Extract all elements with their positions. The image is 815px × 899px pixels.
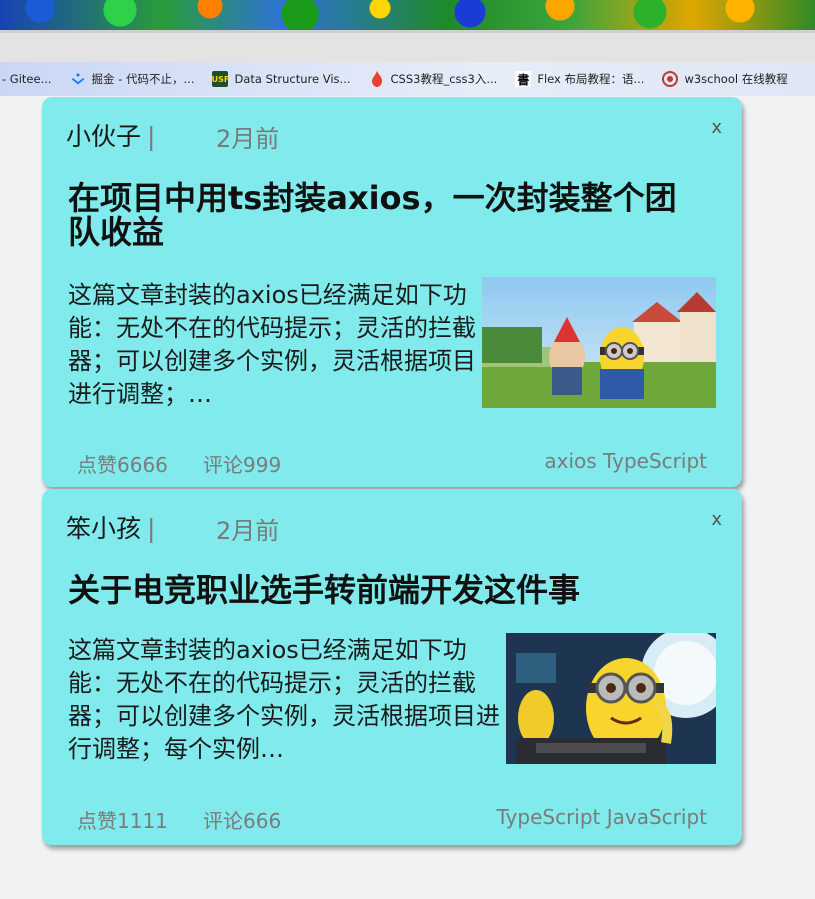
bookmark-label: 掘金 - 代码不止，... [91,72,195,86]
usf-icon: USF [212,71,229,87]
comment-count[interactable]: 评论666 [203,805,281,834]
author-label: 笨小孩 [66,514,142,543]
juejin-icon [70,71,86,87]
separator: | [147,514,156,543]
bookmark-label: Data Structure Vis... [234,72,351,86]
character-icon: 書 [515,71,532,87]
bookmark-gitee[interactable]: - Gitee... [2,72,52,86]
w3school-icon [662,71,679,87]
comment-count[interactable]: 评论999 [203,449,281,478]
bookmark-flex[interactable]: 書 Flex 布局教程：语... [515,71,644,87]
bookmark-label: - Gitee... [2,72,52,86]
bookmark-label: Flex 布局教程：语... [537,72,645,86]
desktop-wallpaper-strip [0,0,815,30]
publish-time: 2月前 [216,517,280,545]
bookmark-label: w3school 在线教程 [684,72,788,86]
bookmark-w3school[interactable]: w3school 在线教程 [662,71,788,87]
close-button[interactable]: x [711,117,722,138]
article-description: 这篇文章封装的axios已经满足如下功能：无处不在的代码提示；灵活的拦截器；可以… [68,636,500,763]
bookmark-label: CSS3教程_css3入... [390,72,498,86]
article-thumbnail[interactable] [506,633,716,764]
article-tags[interactable]: TypeScript JavaScript [496,805,707,829]
bookmark-juejin[interactable]: 掘金 - 代码不止，... [70,71,195,87]
article-card[interactable]: 小伙子 | 2月前 x 在项目中用ts封装axios，一次封装整个团队收益 这篇文… [42,97,742,487]
article-card[interactable]: 笨小孩 | 2月前 x 关于电竞职业选手转前端开发这件事 这篇文章封装的axios… [42,489,742,845]
browser-toolbar [0,30,815,65]
bookmark-css3[interactable]: CSS3教程_css3入... [369,71,498,87]
close-button[interactable]: x [711,509,722,530]
publish-time: 2月前 [216,125,280,153]
bookmarks-bar: - Gitee... 掘金 - 代码不止，... USF Data Struct… [0,62,815,96]
author-name[interactable]: 笨小孩 | [66,509,155,545]
author-label: 小伙子 [66,122,142,151]
article-tags[interactable]: axios TypeScript [544,449,707,473]
like-count[interactable]: 点赞1111 [77,805,168,834]
author-name[interactable]: 小伙子 | [66,117,155,153]
bookmark-data-structure[interactable]: USF Data Structure Vis... [212,71,351,87]
separator: | [147,122,156,151]
article-title[interactable]: 关于电竞职业选手转前端开发这件事 [68,573,708,607]
article-description: 这篇文章封装的axios已经满足如下功能：无处不在的代码提示；灵活的拦截器；可以… [68,281,476,408]
like-count[interactable]: 点赞6666 [77,449,168,478]
article-title[interactable]: 在项目中用ts封装axios，一次封装整个团队收益 [68,181,708,249]
flame-icon [369,71,385,87]
article-thumbnail[interactable] [482,277,716,408]
